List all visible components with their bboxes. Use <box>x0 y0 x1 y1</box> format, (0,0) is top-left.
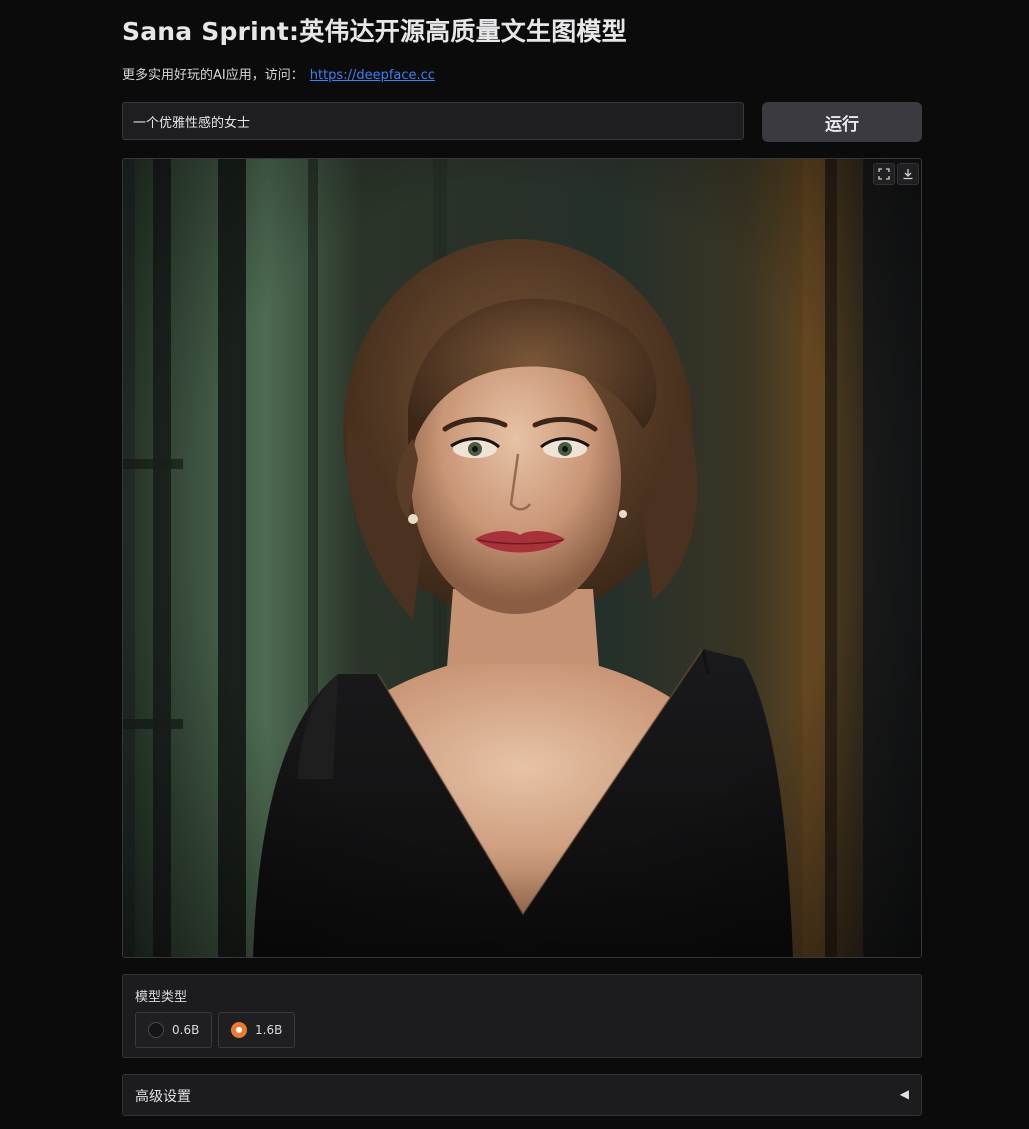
radio-unchecked-icon[interactable] <box>148 1022 164 1038</box>
page-title: Sana Sprint:英伟达开源高质量文生图模型 <box>122 17 627 46</box>
model-option-label: 0.6B <box>172 1023 200 1037</box>
subtitle-text: 更多实用好玩的AI应用，访问： <box>122 68 304 83</box>
download-icon[interactable] <box>897 163 919 185</box>
generated-image-panel <box>122 158 922 958</box>
collapse-arrow-icon: ◀ <box>899 1087 909 1101</box>
model-option-1-6b[interactable]: 1.6B <box>218 1012 296 1048</box>
generated-portrait-image <box>123 159 921 957</box>
model-option-label: 1.6B <box>255 1023 283 1037</box>
advanced-settings-accordion[interactable]: 高级设置 ◀ <box>122 1074 922 1116</box>
model-type-label: 模型类型 <box>135 990 188 1005</box>
radio-checked-icon[interactable] <box>231 1022 247 1038</box>
subtitle: 更多实用好玩的AI应用，访问： https://deepface.cc <box>122 64 435 83</box>
run-button[interactable]: 运行 <box>762 102 922 142</box>
model-option-0-6b[interactable]: 0.6B <box>135 1012 213 1048</box>
model-type-group: 模型类型 0.6B 1.6B <box>122 974 922 1058</box>
image-toolbar <box>873 163 919 185</box>
deepface-link[interactable]: https://deepface.cc <box>310 68 435 83</box>
advanced-settings-label: 高级设置 <box>135 1089 191 1105</box>
prompt-input[interactable] <box>122 102 744 140</box>
fullscreen-icon[interactable] <box>873 163 895 185</box>
